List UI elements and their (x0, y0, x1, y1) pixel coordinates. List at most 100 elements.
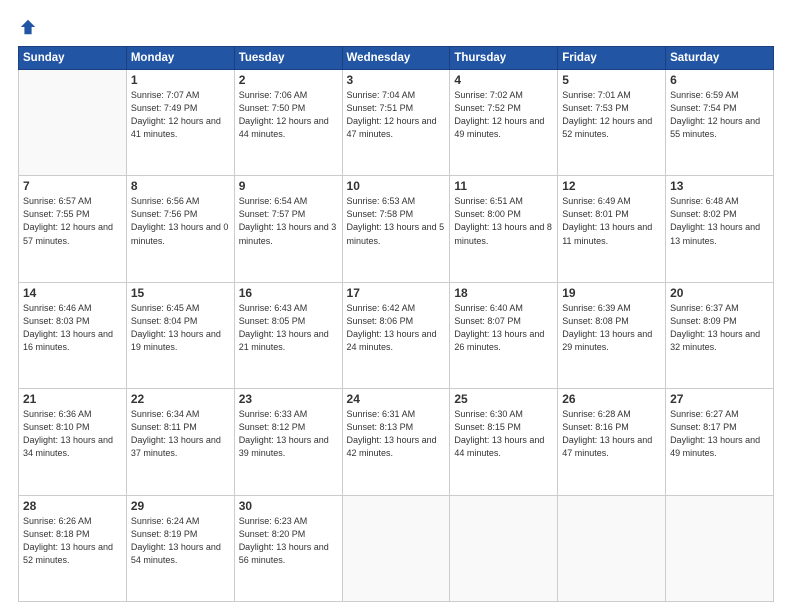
calendar-cell (19, 70, 127, 176)
day-info: Sunrise: 6:40 AMSunset: 8:07 PMDaylight:… (454, 302, 553, 354)
day-number: 18 (454, 286, 553, 300)
day-number: 12 (562, 179, 661, 193)
day-number: 1 (131, 73, 230, 87)
day-number: 20 (670, 286, 769, 300)
calendar-cell: 6 Sunrise: 6:59 AMSunset: 7:54 PMDaylight… (666, 70, 774, 176)
day-number: 27 (670, 392, 769, 406)
day-number: 11 (454, 179, 553, 193)
calendar-cell: 4 Sunrise: 7:02 AMSunset: 7:52 PMDaylight… (450, 70, 558, 176)
calendar-cell (666, 495, 774, 601)
day-number: 21 (23, 392, 122, 406)
calendar-cell: 7 Sunrise: 6:57 AMSunset: 7:55 PMDaylight… (19, 176, 127, 282)
calendar-cell: 25 Sunrise: 6:30 AMSunset: 8:15 PMDayligh… (450, 389, 558, 495)
calendar-cell: 14Sunrise: 6:46 AMSunset: 8:03 PMDayligh… (19, 282, 127, 388)
day-info: Sunrise: 6:26 AMSunset: 8:18 PMDaylight:… (23, 515, 122, 567)
day-number: 13 (670, 179, 769, 193)
calendar-cell: 27 Sunrise: 6:27 AMSunset: 8:17 PMDayligh… (666, 389, 774, 495)
calendar-cell: 12 Sunrise: 6:49 AMSunset: 8:01 PMDayligh… (558, 176, 666, 282)
calendar-cell: 19 Sunrise: 6:39 AMSunset: 8:08 PMDayligh… (558, 282, 666, 388)
calendar-cell: 23 Sunrise: 6:33 AMSunset: 8:12 PMDayligh… (234, 389, 342, 495)
day-number: 15 (131, 286, 230, 300)
day-number: 2 (239, 73, 338, 87)
calendar-cell: 13Sunrise: 6:48 AMSunset: 8:02 PMDayligh… (666, 176, 774, 282)
calendar-cell (342, 495, 450, 601)
calendar-cell: 1 Sunrise: 7:07 AMSunset: 7:49 PMDaylight… (126, 70, 234, 176)
calendar-header-sunday: Sunday (19, 47, 127, 70)
calendar-header-saturday: Saturday (666, 47, 774, 70)
day-number: 26 (562, 392, 661, 406)
day-info: Sunrise: 6:59 AMSunset: 7:54 PMDaylight:… (670, 89, 769, 141)
day-number: 29 (131, 499, 230, 513)
logo-icon (19, 18, 37, 36)
day-number: 22 (131, 392, 230, 406)
day-number: 25 (454, 392, 553, 406)
day-info: Sunrise: 6:51 AMSunset: 8:00 PMDaylight:… (454, 195, 553, 247)
calendar-cell: 29 Sunrise: 6:24 AMSunset: 8:19 PMDayligh… (126, 495, 234, 601)
day-info: Sunrise: 6:54 AMSunset: 7:57 PMDaylight:… (239, 195, 338, 247)
day-info: Sunrise: 6:23 AMSunset: 8:20 PMDaylight:… (239, 515, 338, 567)
calendar-table: SundayMondayTuesdayWednesdayThursdayFrid… (18, 46, 774, 602)
calendar-cell: 11 Sunrise: 6:51 AMSunset: 8:00 PMDayligh… (450, 176, 558, 282)
day-number: 4 (454, 73, 553, 87)
day-number: 3 (347, 73, 446, 87)
day-info: Sunrise: 6:57 AMSunset: 7:55 PMDaylight:… (23, 195, 122, 247)
day-info: Sunrise: 7:06 AMSunset: 7:50 PMDaylight:… (239, 89, 338, 141)
calendar-cell: 18 Sunrise: 6:40 AMSunset: 8:07 PMDayligh… (450, 282, 558, 388)
calendar-cell: 21 Sunrise: 6:36 AMSunset: 8:10 PMDayligh… (19, 389, 127, 495)
calendar-cell: 20 Sunrise: 6:37 AMSunset: 8:09 PMDayligh… (666, 282, 774, 388)
day-number: 6 (670, 73, 769, 87)
calendar-week-row: 7 Sunrise: 6:57 AMSunset: 7:55 PMDaylight… (19, 176, 774, 282)
day-info: Sunrise: 6:46 AMSunset: 8:03 PMDaylight:… (23, 302, 122, 354)
calendar-cell: 30 Sunrise: 6:23 AMSunset: 8:20 PMDayligh… (234, 495, 342, 601)
day-info: Sunrise: 6:30 AMSunset: 8:15 PMDaylight:… (454, 408, 553, 460)
day-number: 5 (562, 73, 661, 87)
calendar-cell: 24Sunrise: 6:31 AMSunset: 8:13 PMDayligh… (342, 389, 450, 495)
day-info: Sunrise: 6:31 AMSunset: 8:13 PMDaylight:… (347, 408, 446, 460)
day-info: Sunrise: 6:56 AMSunset: 7:56 PMDaylight:… (131, 195, 230, 247)
day-number: 30 (239, 499, 338, 513)
calendar-cell: 16Sunrise: 6:43 AMSunset: 8:05 PMDayligh… (234, 282, 342, 388)
page: SundayMondayTuesdayWednesdayThursdayFrid… (0, 0, 792, 612)
calendar-header-row: SundayMondayTuesdayWednesdayThursdayFrid… (19, 47, 774, 70)
day-info: Sunrise: 6:36 AMSunset: 8:10 PMDaylight:… (23, 408, 122, 460)
calendar-week-row: 1 Sunrise: 7:07 AMSunset: 7:49 PMDaylight… (19, 70, 774, 176)
calendar-cell: 15Sunrise: 6:45 AMSunset: 8:04 PMDayligh… (126, 282, 234, 388)
calendar-header-wednesday: Wednesday (342, 47, 450, 70)
day-info: Sunrise: 6:28 AMSunset: 8:16 PMDaylight:… (562, 408, 661, 460)
calendar-header-tuesday: Tuesday (234, 47, 342, 70)
calendar-cell (450, 495, 558, 601)
day-number: 7 (23, 179, 122, 193)
day-number: 23 (239, 392, 338, 406)
logo (18, 18, 37, 36)
day-info: Sunrise: 6:42 AMSunset: 8:06 PMDaylight:… (347, 302, 446, 354)
day-info: Sunrise: 6:39 AMSunset: 8:08 PMDaylight:… (562, 302, 661, 354)
day-info: Sunrise: 7:01 AMSunset: 7:53 PMDaylight:… (562, 89, 661, 141)
day-info: Sunrise: 6:33 AMSunset: 8:12 PMDaylight:… (239, 408, 338, 460)
day-info: Sunrise: 6:24 AMSunset: 8:19 PMDaylight:… (131, 515, 230, 567)
day-info: Sunrise: 6:49 AMSunset: 8:01 PMDaylight:… (562, 195, 661, 247)
calendar-cell: 22Sunrise: 6:34 AMSunset: 8:11 PMDayligh… (126, 389, 234, 495)
day-number: 19 (562, 286, 661, 300)
calendar-cell: 2 Sunrise: 7:06 AMSunset: 7:50 PMDaylight… (234, 70, 342, 176)
calendar-cell: 28 Sunrise: 6:26 AMSunset: 8:18 PMDayligh… (19, 495, 127, 601)
day-number: 8 (131, 179, 230, 193)
day-info: Sunrise: 7:02 AMSunset: 7:52 PMDaylight:… (454, 89, 553, 141)
calendar-header-monday: Monday (126, 47, 234, 70)
calendar-week-row: 14Sunrise: 6:46 AMSunset: 8:03 PMDayligh… (19, 282, 774, 388)
day-number: 9 (239, 179, 338, 193)
calendar-cell: 10Sunrise: 6:53 AMSunset: 7:58 PMDayligh… (342, 176, 450, 282)
calendar-header-friday: Friday (558, 47, 666, 70)
day-number: 28 (23, 499, 122, 513)
calendar-cell (558, 495, 666, 601)
calendar-cell: 9 Sunrise: 6:54 AMSunset: 7:57 PMDaylight… (234, 176, 342, 282)
day-info: Sunrise: 7:07 AMSunset: 7:49 PMDaylight:… (131, 89, 230, 141)
calendar-week-row: 21 Sunrise: 6:36 AMSunset: 8:10 PMDayligh… (19, 389, 774, 495)
calendar-cell: 26 Sunrise: 6:28 AMSunset: 8:16 PMDayligh… (558, 389, 666, 495)
day-info: Sunrise: 6:37 AMSunset: 8:09 PMDaylight:… (670, 302, 769, 354)
day-number: 17 (347, 286, 446, 300)
day-info: Sunrise: 6:27 AMSunset: 8:17 PMDaylight:… (670, 408, 769, 460)
day-number: 10 (347, 179, 446, 193)
day-info: Sunrise: 7:04 AMSunset: 7:51 PMDaylight:… (347, 89, 446, 141)
calendar-week-row: 28 Sunrise: 6:26 AMSunset: 8:18 PMDayligh… (19, 495, 774, 601)
calendar-cell: 3 Sunrise: 7:04 AMSunset: 7:51 PMDaylight… (342, 70, 450, 176)
